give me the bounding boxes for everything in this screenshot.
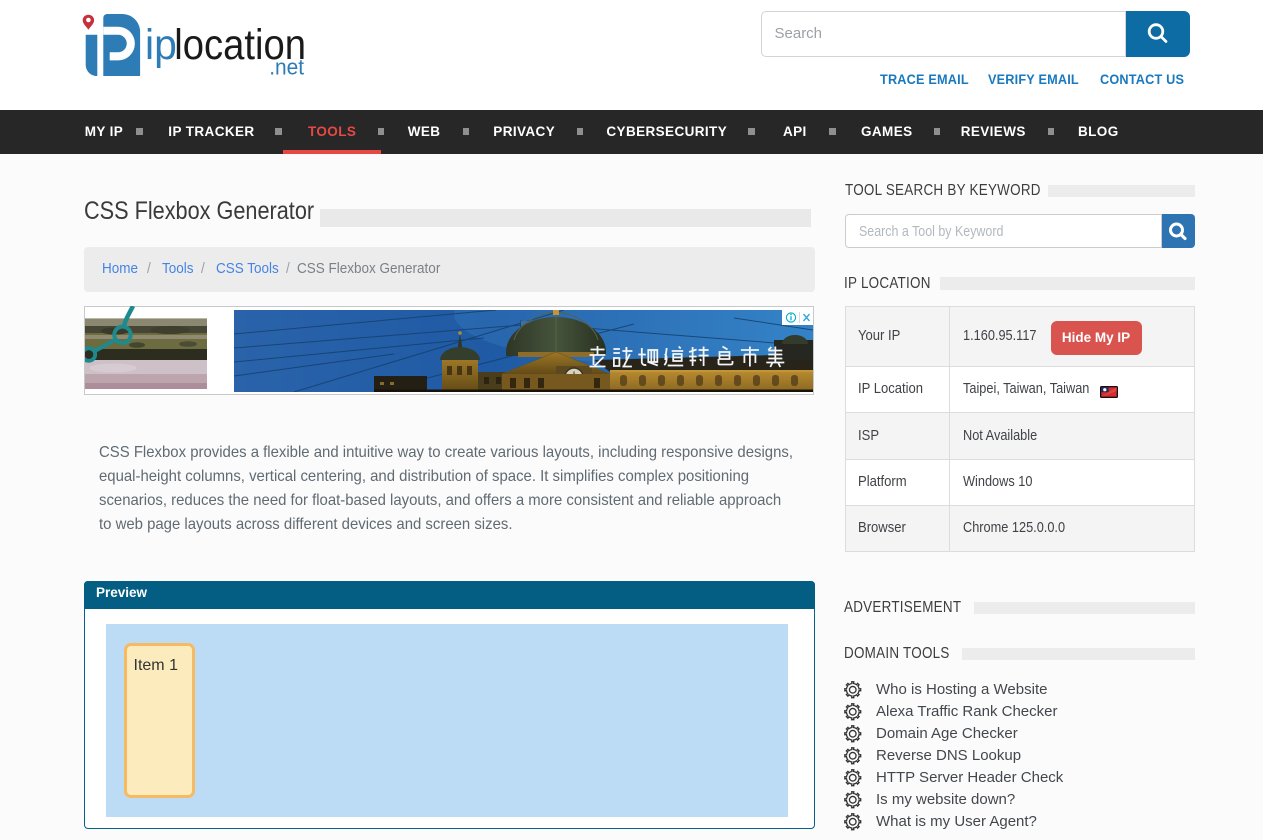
svg-text:.net: .net [269,55,304,78]
svg-text:ip: ip [145,20,177,68]
